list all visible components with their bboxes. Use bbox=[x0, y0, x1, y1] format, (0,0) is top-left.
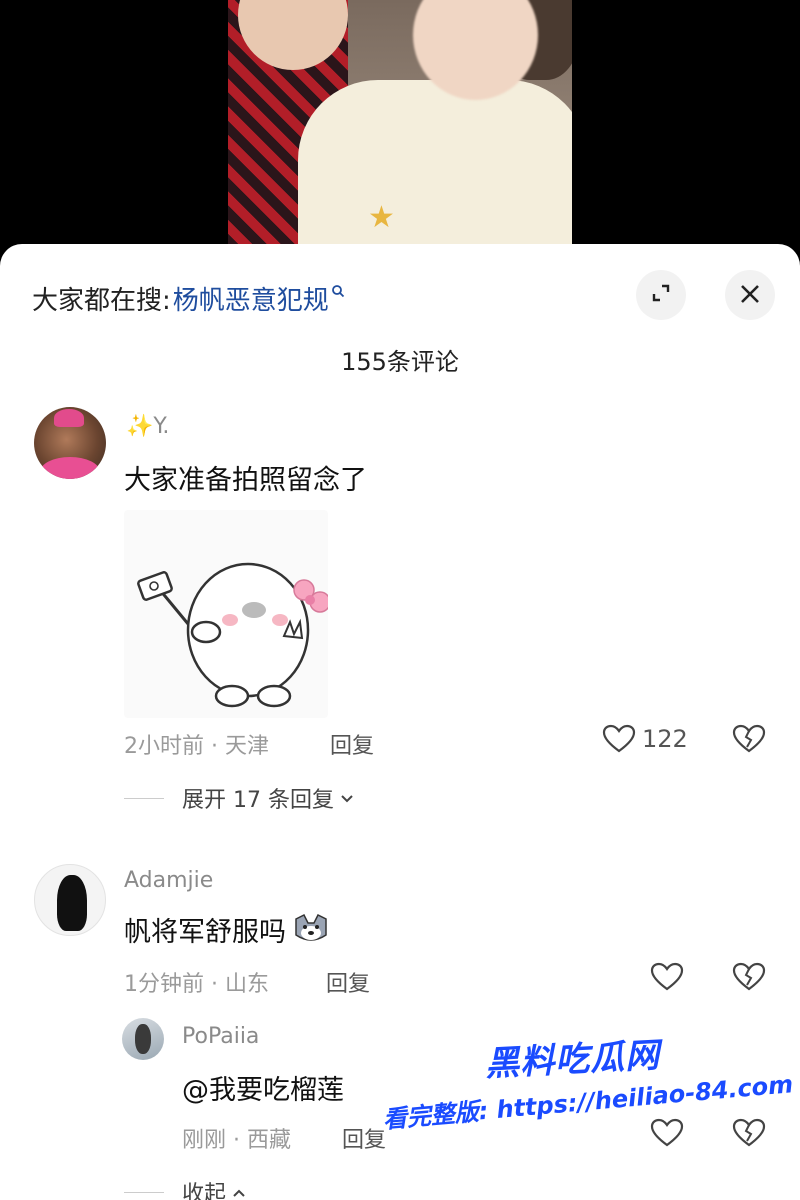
reply-username[interactable]: PoPaiia bbox=[182, 1024, 259, 1049]
comment-username[interactable]: ✨Y. bbox=[126, 414, 169, 439]
avatar[interactable] bbox=[34, 407, 106, 479]
close-button[interactable] bbox=[725, 270, 775, 320]
video-frame: ★ bbox=[228, 0, 572, 262]
reply-meta: 刚刚 · 西藏 bbox=[182, 1128, 291, 1153]
expand-icon bbox=[650, 282, 672, 308]
avatar[interactable] bbox=[122, 1018, 164, 1060]
comment-meta: 2小时前 · 天津 bbox=[124, 734, 269, 759]
like-button[interactable]: 122 bbox=[602, 724, 688, 754]
video-preview[interactable]: ★ bbox=[0, 0, 800, 262]
husky-emoji-icon bbox=[292, 913, 330, 947]
avatar[interactable] bbox=[34, 864, 106, 936]
reply-button[interactable]: 回复 bbox=[342, 1122, 386, 1154]
chevron-down-icon bbox=[340, 789, 354, 808]
like-count: 122 bbox=[642, 725, 688, 753]
comment-username[interactable]: Adamjie bbox=[124, 868, 213, 893]
dislike-button[interactable] bbox=[732, 724, 766, 758]
comment-meta: 1分钟前 · 山东 bbox=[124, 972, 269, 997]
collapse-replies[interactable]: 收起 bbox=[124, 1176, 246, 1200]
comment-text-row: 帆将军舒服吗 bbox=[124, 910, 330, 949]
comment-text: 帆将军舒服吗 bbox=[124, 917, 286, 948]
like-button[interactable] bbox=[650, 1118, 684, 1148]
heart-icon bbox=[650, 1118, 684, 1148]
trending-search-prefix: 大家都在搜: bbox=[32, 285, 171, 316]
trending-search-keyword[interactable]: 杨帆恶意犯规 bbox=[173, 280, 329, 317]
broken-heart-icon bbox=[732, 724, 766, 758]
comment-text: 大家准备拍照留念了 bbox=[124, 465, 367, 496]
expand-button[interactable] bbox=[636, 270, 686, 320]
heart-icon bbox=[650, 962, 684, 992]
reply-text: @我要吃榴莲 bbox=[182, 1075, 344, 1106]
expand-replies[interactable]: 展开 17 条回复 bbox=[124, 782, 354, 814]
comments-count: 155条评论 bbox=[341, 348, 459, 376]
comment-sheet: 大家都在搜: 杨帆恶意犯规 155条评论 ✨Y. 大家准备拍照留念了 2小时前 … bbox=[0, 244, 800, 1200]
reply-button[interactable]: 回复 bbox=[326, 966, 370, 998]
heart-icon bbox=[602, 724, 636, 754]
chevron-up-icon bbox=[232, 1183, 246, 1200]
sticker-image[interactable] bbox=[124, 510, 331, 718]
broken-heart-icon bbox=[732, 962, 766, 996]
close-icon bbox=[739, 278, 761, 313]
trending-search[interactable]: 大家都在搜: 杨帆恶意犯规 bbox=[32, 280, 345, 316]
dislike-button[interactable] bbox=[732, 1118, 766, 1152]
dislike-button[interactable] bbox=[732, 962, 766, 996]
reply-button[interactable]: 回复 bbox=[330, 728, 374, 760]
expand-replies-label: 展开 17 条回复 bbox=[182, 788, 334, 813]
search-icon bbox=[331, 284, 345, 302]
like-button[interactable] bbox=[650, 962, 684, 992]
collapse-replies-label: 收起 bbox=[182, 1182, 227, 1200]
broken-heart-icon bbox=[732, 1118, 766, 1152]
